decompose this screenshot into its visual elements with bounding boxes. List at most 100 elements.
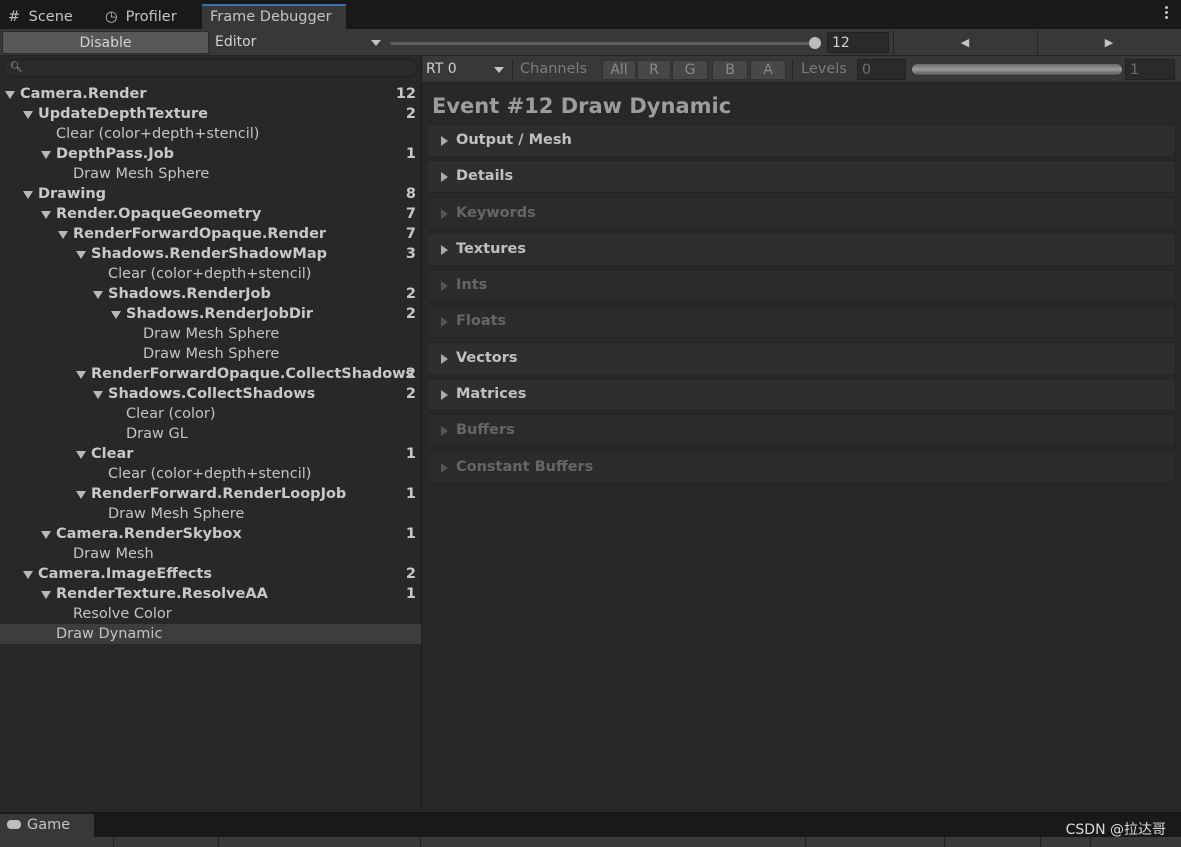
tree-row[interactable]: Shadows.RenderJobDir 2 xyxy=(0,304,421,324)
tree-row[interactable]: Clear (color+depth+stencil) xyxy=(0,124,421,144)
expand-arrow-icon[interactable] xyxy=(111,311,121,319)
section-label: Details xyxy=(456,168,514,185)
tab-scene[interactable]: # Scene xyxy=(0,4,96,29)
event-slider-track[interactable] xyxy=(390,42,820,45)
expand-arrow-icon[interactable] xyxy=(41,151,51,159)
tree-row[interactable]: Camera.ImageEffects 2 xyxy=(0,564,421,584)
expand-arrow-icon[interactable] xyxy=(41,211,51,219)
tree-row[interactable]: RenderForwardOpaque.Render 7 xyxy=(0,224,421,244)
tab-game[interactable]: Game xyxy=(0,814,94,837)
expand-arrow-icon[interactable] xyxy=(23,191,33,199)
target-dropdown[interactable]: Editor xyxy=(211,31,387,54)
tree-row[interactable]: RenderTexture.ResolveAA 1 xyxy=(0,584,421,604)
tree-row[interactable]: Draw Mesh xyxy=(0,544,421,564)
section-header[interactable]: Floats xyxy=(426,305,1176,339)
tree-row[interactable]: RenderForwardOpaque.CollectShadows 2 xyxy=(0,364,421,384)
expand-arrow-icon[interactable] xyxy=(41,591,51,599)
expand-arrow-icon[interactable] xyxy=(76,451,86,459)
tree-row[interactable]: Render.OpaqueGeometry 7 xyxy=(0,204,421,224)
event-index-field[interactable]: 12 xyxy=(827,32,889,53)
expand-arrow-icon[interactable] xyxy=(76,251,86,259)
next-event-button[interactable]: ▶ xyxy=(1037,31,1180,54)
tree-row[interactable]: Shadows.RenderJob 2 xyxy=(0,284,421,304)
tree-row[interactable]: Camera.Render 12 xyxy=(0,84,421,104)
tree-row[interactable]: Drawing 8 xyxy=(0,184,421,204)
tree-row[interactable]: Clear (color+depth+stencil) xyxy=(0,264,421,284)
levels-max-field[interactable]: 1 xyxy=(1125,59,1175,80)
section-label: Ints xyxy=(456,277,488,294)
tree-row-label: Clear xyxy=(91,446,134,462)
expand-arrow-icon[interactable] xyxy=(93,291,103,299)
tree-row[interactable]: RenderForward.RenderLoopJob 1 xyxy=(0,484,421,504)
expand-arrow-icon xyxy=(441,136,448,146)
expand-arrow-icon[interactable] xyxy=(93,391,103,399)
tree-row[interactable]: Clear (color+depth+stencil) xyxy=(0,464,421,484)
render-target-dropdown[interactable]: RT 0 xyxy=(426,59,510,80)
section-header[interactable]: Vectors xyxy=(426,341,1176,375)
tree-row-label: Camera.RenderSkybox xyxy=(56,526,242,542)
tree-row-label: Clear (color) xyxy=(126,406,216,422)
expand-arrow-icon xyxy=(441,390,448,401)
tree-row-count: 3 xyxy=(405,246,416,262)
tree-row[interactable]: Shadows.CollectShadows 2 xyxy=(0,384,421,404)
expand-arrow-icon[interactable] xyxy=(5,91,15,99)
event-slider-handle[interactable] xyxy=(809,37,821,49)
channel-b-button[interactable]: B xyxy=(712,60,748,80)
levels-min-field[interactable]: 0 xyxy=(857,59,906,80)
channel-r-button[interactable]: R xyxy=(637,60,671,80)
tree-row-count: 2 xyxy=(405,366,416,382)
disable-button[interactable]: Disable xyxy=(2,31,209,54)
channel-g-button[interactable]: G xyxy=(672,60,708,80)
section-header[interactable]: Ints xyxy=(426,269,1176,303)
channel-a-button[interactable]: A xyxy=(750,60,786,80)
tree-row[interactable]: Camera.RenderSkybox 1 xyxy=(0,524,421,544)
tree-row-label: RenderForwardOpaque.Render xyxy=(73,226,327,242)
tree-row[interactable]: Resolve Color xyxy=(0,604,421,624)
levels-range-slider[interactable] xyxy=(911,63,1123,76)
tree-row[interactable]: Clear 1 xyxy=(0,444,421,464)
expand-arrow-icon[interactable] xyxy=(58,231,68,239)
tree-row[interactable]: Clear (color) xyxy=(0,404,421,424)
expand-arrow-icon[interactable] xyxy=(41,531,51,539)
tab-game-label: Game xyxy=(27,817,71,833)
previous-event-button[interactable]: ◀ xyxy=(893,31,1036,54)
tree-row[interactable]: Draw Mesh Sphere xyxy=(0,344,421,364)
tree-row-selected[interactable]: Draw Dynamic xyxy=(0,624,421,644)
tree-row-count: 1 xyxy=(405,446,416,462)
section-header[interactable]: Keywords xyxy=(426,196,1176,230)
tree-row-count: 1 xyxy=(405,586,416,602)
tree-row[interactable]: Draw Mesh Sphere xyxy=(0,324,421,344)
tree-row-label: Render.OpaqueGeometry xyxy=(56,206,262,222)
section-label: Matrices xyxy=(456,386,527,403)
expand-arrow-icon[interactable] xyxy=(23,111,33,119)
more-options-icon[interactable] xyxy=(1165,6,1169,20)
section-header[interactable]: Constant Buffers xyxy=(426,450,1176,484)
tree-row-label: RenderForwardOpaque.CollectShadows xyxy=(91,366,415,382)
expand-arrow-icon[interactable] xyxy=(23,571,33,579)
tree-row[interactable]: Draw GL xyxy=(0,424,421,444)
tree-row[interactable]: Draw Mesh Sphere xyxy=(0,504,421,524)
toolbar-separator xyxy=(792,59,793,80)
tab-profiler[interactable]: ◷ Profiler xyxy=(97,4,201,29)
tree-row-label: Shadows.RenderJob xyxy=(108,286,271,302)
search-input[interactable]: 🔍︎ xyxy=(3,59,418,77)
event-hierarchy-panel: 🔍︎ Camera.Render 12 UpdateDepthTexture 2 Cle… xyxy=(0,56,421,812)
tree-row[interactable]: Shadows.RenderShadowMap 3 xyxy=(0,244,421,264)
expand-arrow-icon[interactable] xyxy=(76,491,86,499)
section-header[interactable]: Details xyxy=(426,160,1176,194)
tab-frame-debugger[interactable]: Frame Debugger xyxy=(202,4,346,29)
right-arrow-icon: ▶ xyxy=(1104,36,1114,49)
grid-icon: # xyxy=(8,9,21,25)
tree-row-label: Shadows.CollectShadows xyxy=(108,386,316,402)
tree-row[interactable]: UpdateDepthTexture 2 xyxy=(0,104,421,124)
expand-arrow-icon[interactable] xyxy=(76,371,86,379)
section-header[interactable]: Buffers xyxy=(426,414,1176,448)
channel-all-button[interactable]: All xyxy=(602,60,636,80)
section-header[interactable]: Textures xyxy=(426,232,1176,266)
section-header[interactable]: Output / Mesh xyxy=(426,124,1176,157)
section-header[interactable]: Matrices xyxy=(426,378,1176,412)
tab-frame-debugger-label: Frame Debugger xyxy=(210,9,332,25)
tree-row-label: Clear (color+depth+stencil) xyxy=(108,466,312,482)
tree-row[interactable]: Draw Mesh Sphere xyxy=(0,164,421,184)
tree-row[interactable]: DepthPass.Job 1 xyxy=(0,144,421,164)
